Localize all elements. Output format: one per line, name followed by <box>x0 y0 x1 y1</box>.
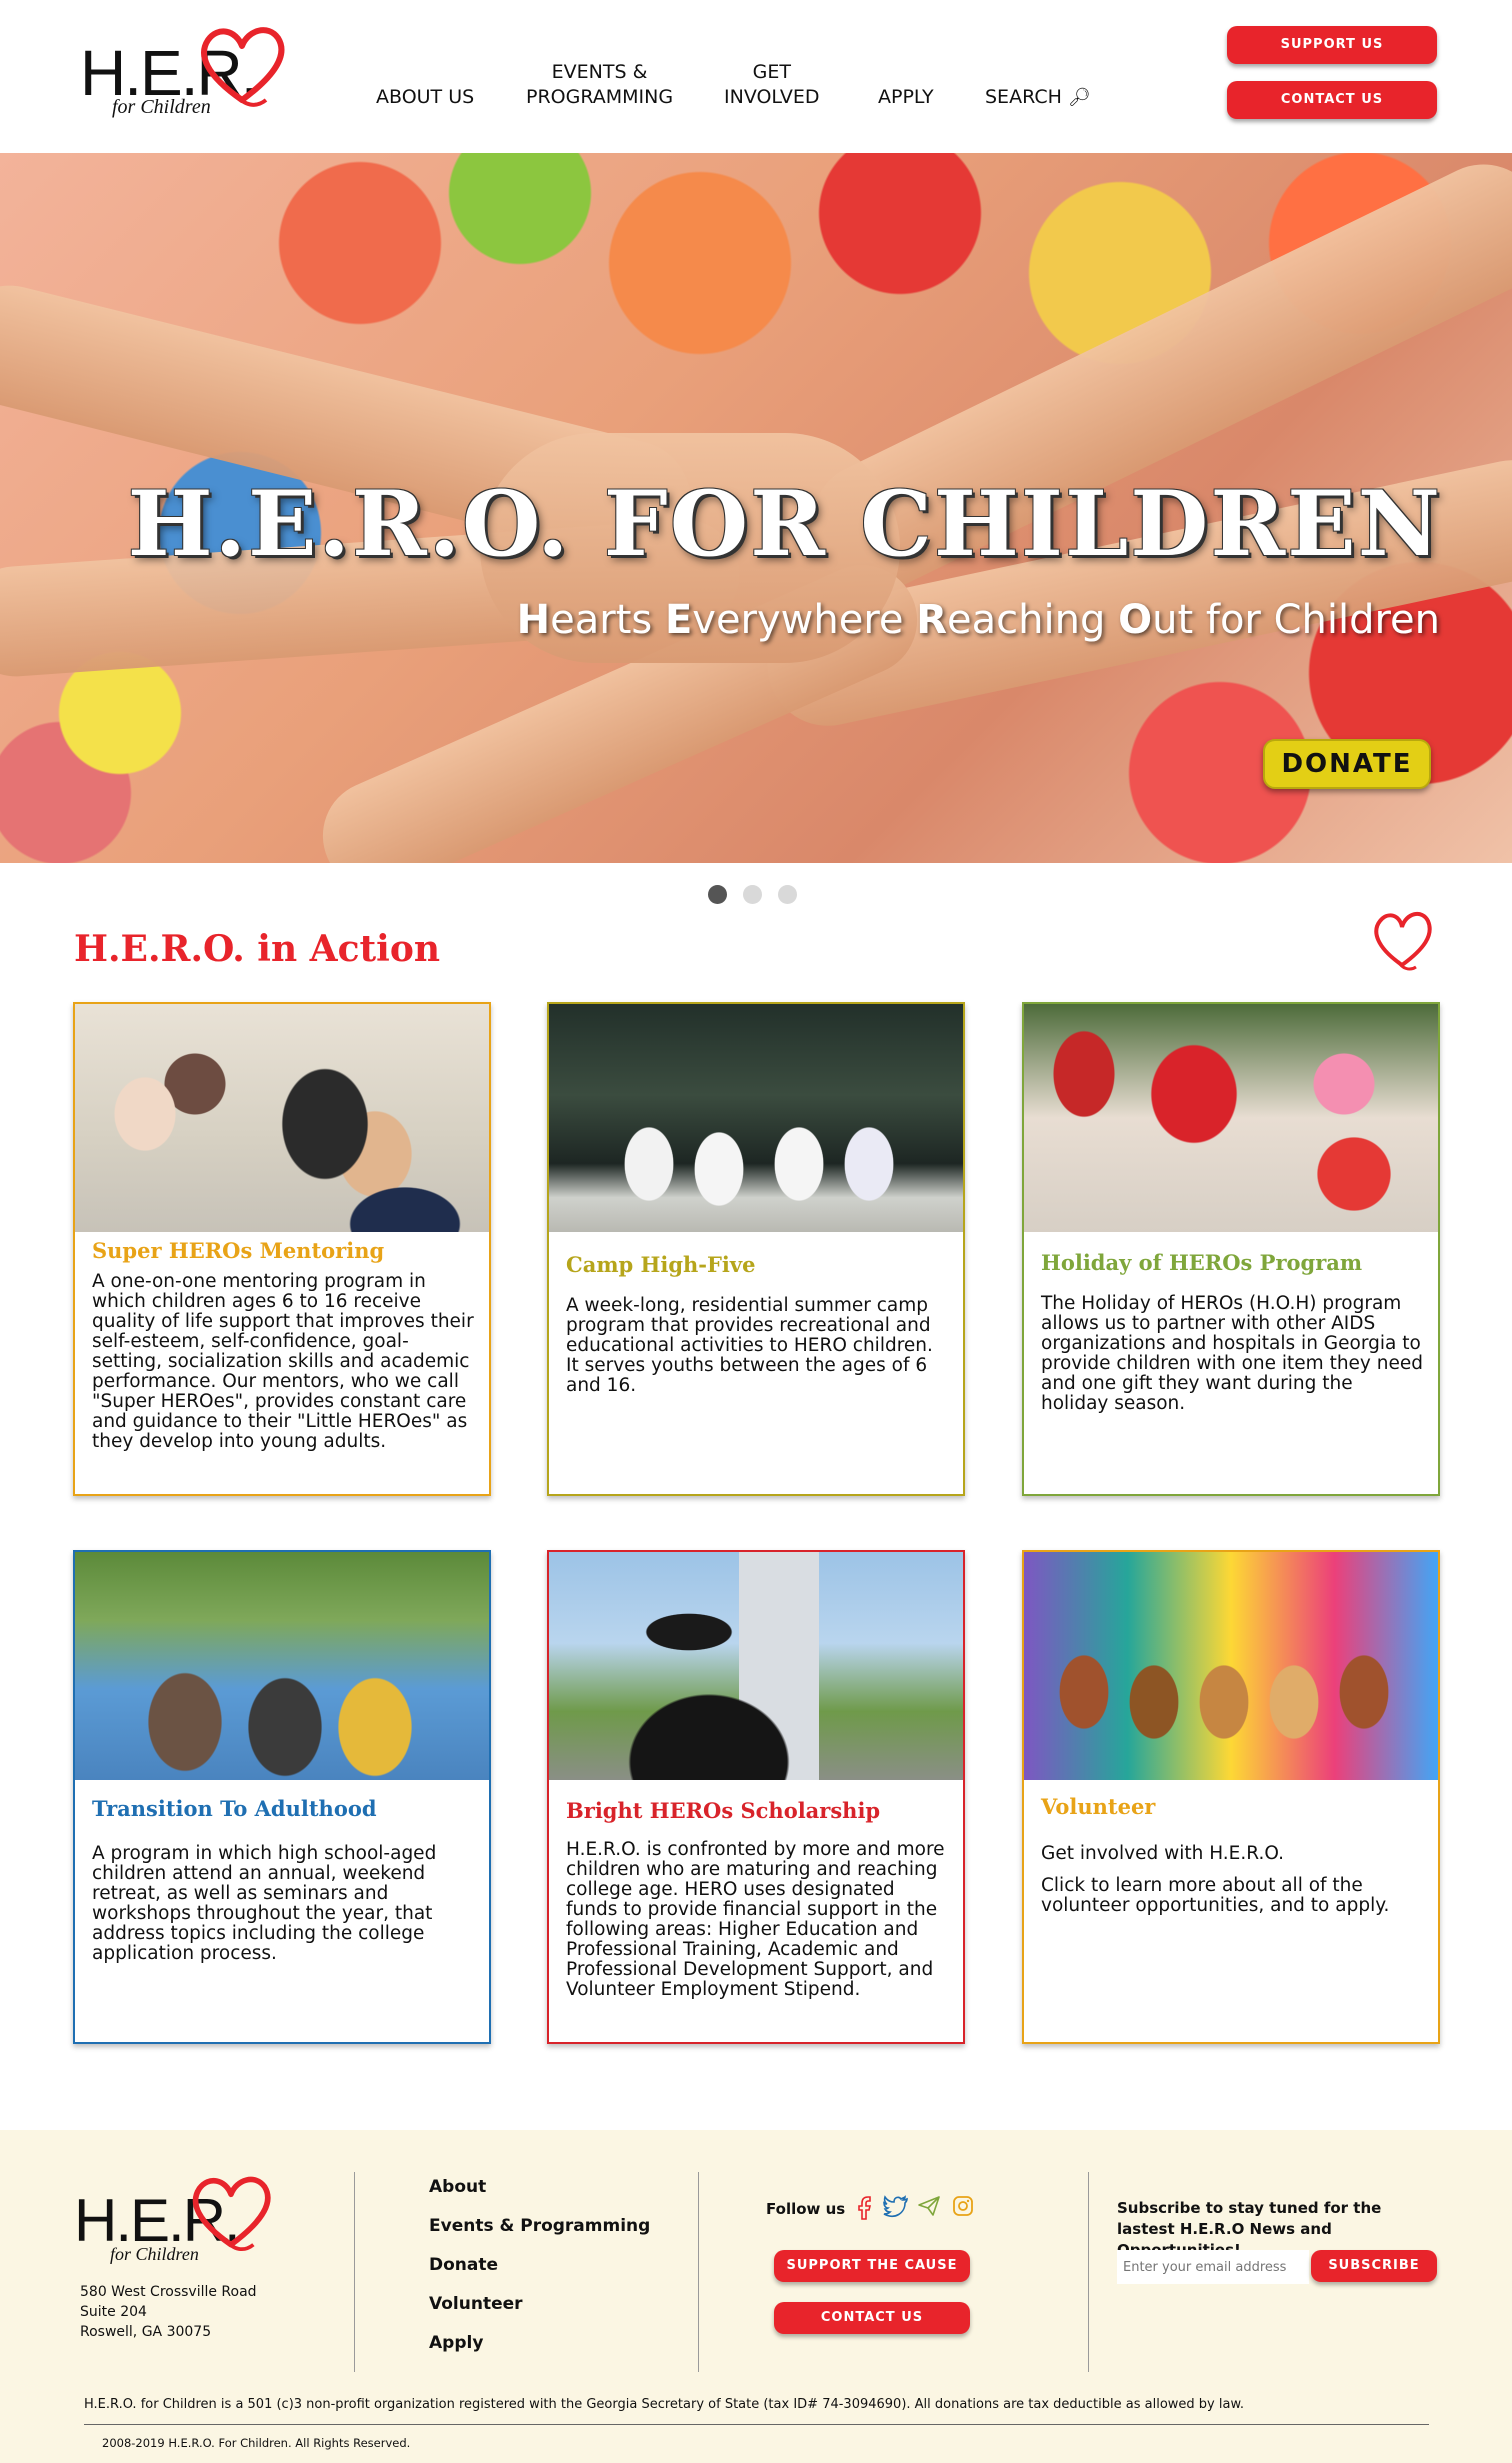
footer-divider <box>1088 2172 1089 2372</box>
hero-subtitle-initial: O <box>1118 597 1153 643</box>
card-photo <box>549 1004 963 1232</box>
nav-line2: SEARCH <box>985 86 1062 108</box>
send-icon[interactable] <box>917 2195 941 2217</box>
card-text: The Holiday of HEROs (H.O.H) program all… <box>1041 1293 1423 1414</box>
card-title: Bright HEROs Scholarship <box>566 1798 881 1823</box>
program-card-transition[interactable]: Transition To Adulthood A program in whi… <box>73 1550 491 2044</box>
nav-line1: EVENTS & <box>551 61 648 83</box>
support-the-cause-button[interactable]: SUPPORT THE CAUSE <box>774 2250 970 2282</box>
logo-subtitle: for Children <box>110 2244 199 2264</box>
carousel-dot[interactable] <box>708 885 727 904</box>
footer-divider <box>354 2172 355 2372</box>
card-text: H.E.R.O. is confronted by more and more … <box>566 1839 945 2000</box>
footer-link-apply[interactable]: Apply <box>429 2333 483 2353</box>
email-field[interactable] <box>1117 2250 1309 2284</box>
program-card-mentoring[interactable]: Super HEROs Mentoring A one-on-one mento… <box>73 1002 491 1496</box>
section-title: H.E.R.O. in Action <box>74 928 441 970</box>
hero-subtitle-initial: R <box>916 597 948 643</box>
address-line: 580 West Crossville Road <box>80 2284 257 2300</box>
copyright: 2008-2019 H.E.R.O. For Children. All Rig… <box>102 2436 411 2450</box>
address-line: Roswell, GA 30075 <box>80 2324 212 2340</box>
hero-banner: H.E.R.O. FOR CHILDREN Hearts Everywhere … <box>0 153 1512 863</box>
footer-link-events[interactable]: Events & Programming <box>429 2216 650 2236</box>
footer-logo[interactable]: H.E.R. for Children <box>74 2170 284 2270</box>
card-title: Camp High-Five <box>566 1252 756 1277</box>
nav-line2: INVOLVED <box>724 86 820 108</box>
twitter-icon[interactable] <box>883 2195 909 2219</box>
legal-notice: H.E.R.O. for Children is a 501 (c)3 non-… <box>84 2397 1245 2412</box>
card-text: A week-long, residential summer camp pro… <box>566 1295 933 1396</box>
nav-line2: PROGRAMMING <box>526 86 674 108</box>
hero-subtitle-word: ut for Children <box>1152 597 1440 643</box>
hero-subtitle-word: verywhere <box>692 597 917 643</box>
footer-divider <box>698 2172 699 2372</box>
card-photo <box>1024 1552 1438 1780</box>
site-header: H.E.R. for Children ABOUT US EVENTS & PR… <box>0 0 1512 153</box>
carousel-dot[interactable] <box>743 885 762 904</box>
nav-line1: GET <box>752 61 791 83</box>
site-logo[interactable]: H.E.R. for Children <box>78 18 288 128</box>
footer-link-donate[interactable]: Donate <box>429 2255 498 2275</box>
facebook-icon[interactable] <box>856 2195 874 2221</box>
footer-link-about[interactable]: About <box>429 2177 486 2197</box>
footer-rule <box>84 2424 1429 2425</box>
subscribe-button[interactable]: SUBSCRIBE <box>1311 2250 1437 2282</box>
hero-subtitle-initial: H <box>516 597 551 643</box>
nav-line2: APPLY <box>878 86 934 108</box>
heart-icon <box>192 2176 271 2251</box>
follow-label: Follow us <box>766 2200 846 2218</box>
nav-about-us[interactable]: ABOUT US <box>376 60 474 110</box>
card-title: Volunteer <box>1041 1794 1156 1819</box>
hero-title: H.E.R.O. FOR CHILDREN <box>127 471 1442 577</box>
support-us-button[interactable]: SUPPORT US <box>1227 26 1437 64</box>
nav-line1 <box>376 60 474 85</box>
hero-subtitle-initial: E <box>664 597 693 643</box>
hero-subtitle: Hearts Everywhere Reaching Out for Child… <box>517 597 1440 643</box>
search-icon[interactable]: 🔎︎ <box>1068 85 1091 110</box>
heart-icon <box>1374 911 1432 971</box>
nav-line2: ABOUT US <box>376 86 475 108</box>
hero-subtitle-word: earts <box>550 597 665 643</box>
program-card-scholarship[interactable]: Bright HEROs Scholarship H.E.R.O. is con… <box>547 1550 965 2044</box>
footer-contact-us-button[interactable]: CONTACT US <box>774 2302 970 2334</box>
card-text: A one-on-one mentoring program in which … <box>92 1271 474 1452</box>
program-card-camp[interactable]: Camp High-Five A week-long, residential … <box>547 1002 965 1496</box>
nav-apply[interactable]: APPLY <box>878 60 934 110</box>
card-photo <box>75 1552 489 1780</box>
site-footer: H.E.R. for Children 580 West Crossville … <box>0 2130 1512 2463</box>
program-card-volunteer[interactable]: Volunteer Get involved with H.E.R.O. Cli… <box>1022 1550 1440 2044</box>
card-title: Transition To Adulthood <box>92 1796 377 1821</box>
card-text: Click to learn more about all of the vol… <box>1041 1875 1390 1916</box>
donate-button[interactable]: DONATE <box>1263 739 1431 789</box>
nav-search[interactable]: SEARCH 🔎︎ <box>985 60 1091 110</box>
nav-line1 <box>985 60 1091 85</box>
contact-us-button[interactable]: CONTACT US <box>1227 81 1437 119</box>
nav-events-programming[interactable]: EVENTS & PROGRAMMING <box>526 60 673 110</box>
hero-subtitle-word: eaching <box>947 597 1119 643</box>
nav-line1 <box>878 60 934 85</box>
instagram-icon[interactable] <box>952 2195 974 2217</box>
card-text: Get involved with H.E.R.O. <box>1041 1843 1285 1864</box>
carousel-dot[interactable] <box>778 885 797 904</box>
card-photo <box>75 1004 489 1232</box>
nav-get-involved[interactable]: GET INVOLVED <box>724 60 820 110</box>
program-card-holiday[interactable]: Holiday of HEROs Program The Holiday of … <box>1022 1002 1440 1496</box>
card-text: A program in which high school-aged chil… <box>92 1843 437 1964</box>
card-photo <box>549 1552 963 1780</box>
address-line: Suite 204 <box>80 2304 147 2320</box>
card-photo <box>1024 1004 1438 1232</box>
card-title: Super HEROs Mentoring <box>92 1238 385 1263</box>
card-title: Holiday of HEROs Program <box>1041 1250 1363 1275</box>
footer-link-volunteer[interactable]: Volunteer <box>429 2294 523 2314</box>
heart-icon <box>201 27 285 107</box>
